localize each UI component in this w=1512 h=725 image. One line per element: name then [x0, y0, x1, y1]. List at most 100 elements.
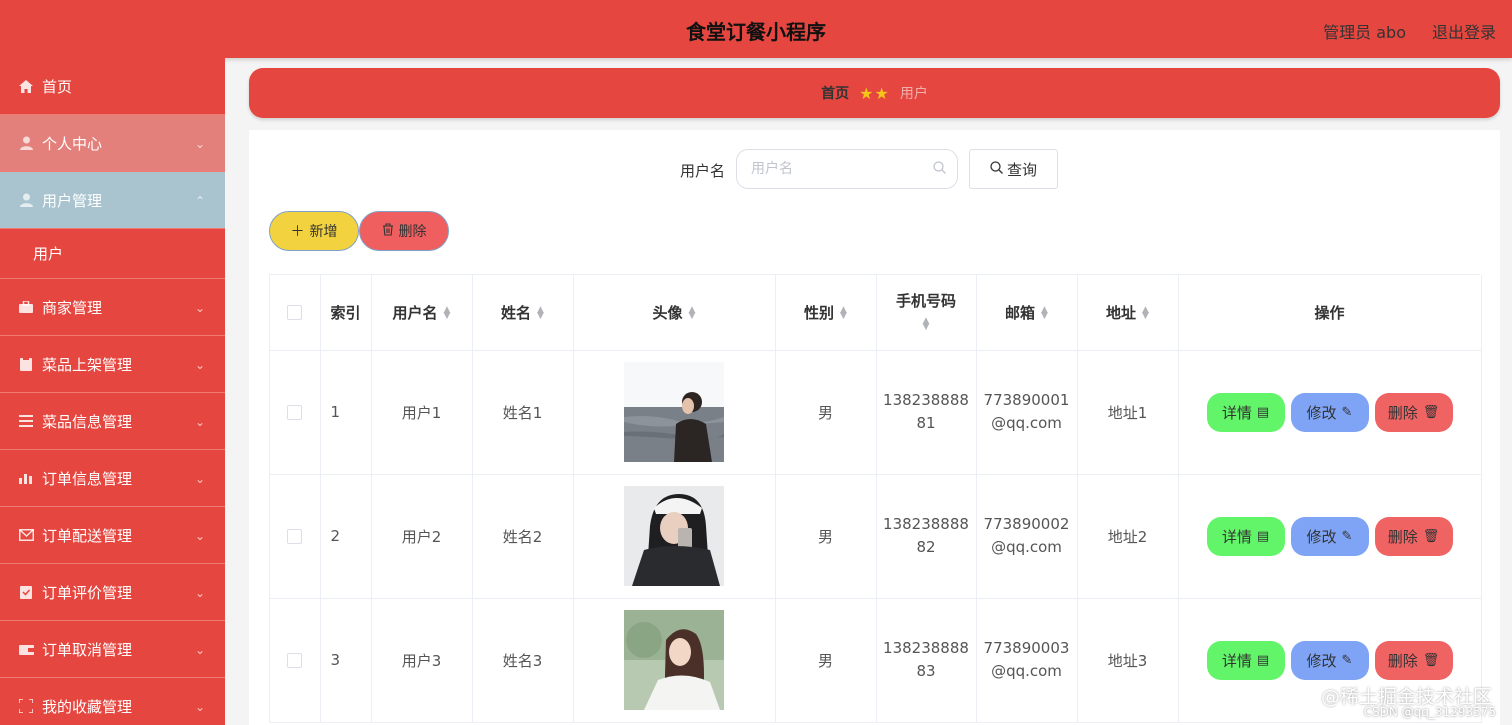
cell-address: 地址3 — [1077, 598, 1179, 723]
search-row: 用户名 查询 — [249, 148, 1500, 190]
detail-button[interactable]: 详情 ▤ — [1206, 516, 1285, 556]
detail-label: 详情 — [1221, 403, 1252, 422]
detail-button[interactable]: 详情 ▤ — [1206, 640, 1285, 680]
email-line-1: 773890001 — [983, 391, 1070, 409]
header-select-all[interactable] — [270, 275, 321, 351]
breadcrumb-home[interactable]: 首页 — [821, 83, 849, 103]
cell-index: 1 — [320, 350, 372, 475]
phone-line-1: 138238888 — [883, 639, 969, 657]
search-input[interactable] — [736, 149, 958, 189]
chevron-down-icon: ⌄ — [194, 472, 205, 486]
sort-icon[interactable]: ▲ ▼ — [689, 306, 696, 321]
header-email[interactable]: 邮箱 ▲ ▼ — [976, 275, 1078, 351]
logout-link[interactable]: 退出登录 — [1432, 19, 1496, 43]
sidebar-item-label: 我的收藏管理 — [42, 697, 133, 716]
search-icon — [933, 161, 946, 178]
sidebar-item-dish-listing-management[interactable]: 菜品上架管理 ⌄ — [0, 336, 225, 393]
add-button-label: 新增 — [309, 224, 338, 240]
cell-phone: 138238888 82 — [876, 474, 977, 599]
row-checkbox[interactable] — [287, 653, 303, 668]
sidebar-item-label: 用户管理 — [42, 191, 103, 210]
sort-icon[interactable]: ▲ ▼ — [1142, 306, 1149, 321]
sort-icon[interactable]: ▲ ▼ — [923, 316, 930, 331]
cell-name: 姓名2 — [472, 474, 574, 599]
chevron-down-icon: ⌄ — [194, 643, 205, 657]
header-avatar[interactable]: 头像 ▲ ▼ — [573, 275, 776, 351]
edit-label: 修改 — [1306, 403, 1337, 422]
header-address[interactable]: 地址 ▲ ▼ — [1077, 275, 1179, 351]
sidebar-item-label: 菜品上架管理 — [42, 355, 133, 374]
cell-email: 773890003 @qq.com — [976, 598, 1078, 723]
sidebar-item-order-review-management[interactable]: 订单评价管理 ⌄ — [0, 564, 225, 621]
sidebar-item-home[interactable]: 首页 — [0, 58, 225, 115]
briefcase-icon — [18, 299, 34, 315]
delete-label: 删除 — [1387, 527, 1418, 546]
email-line-1: 773890003 — [983, 639, 1070, 657]
sidebar-item-order-delivery-management[interactable]: 订单配送管理 ⌄ — [0, 507, 225, 564]
cell-avatar — [573, 350, 776, 475]
email-line-2: @qq.com — [991, 538, 1062, 556]
sidebar-item-dish-info-management[interactable]: 菜品信息管理 ⌄ — [0, 393, 225, 450]
cell-email: 773890002 @qq.com — [976, 474, 1078, 599]
delete-button[interactable]: 删除 🗑 — [1374, 516, 1453, 556]
header-gender[interactable]: 性别 ▲ ▼ — [775, 275, 877, 351]
detail-button[interactable]: 详情 ▤ — [1206, 392, 1285, 432]
row-select[interactable] — [270, 474, 321, 599]
query-button[interactable]: 查询 — [969, 149, 1058, 189]
edit-button[interactable]: 修改 ✎ — [1290, 392, 1369, 432]
edit-button[interactable]: 修改 ✎ — [1290, 640, 1369, 680]
sidebar-item-my-favorites-management[interactable]: 我的收藏管理 ⌄ — [0, 678, 225, 725]
phone-line-2: 81 — [916, 414, 936, 432]
user-table: 索引 用户名 ▲ ▼ 姓名 ▲ ▼ 头像 ▲ ▼ 性别 ▲ ▼ 手机号码 ▲ ▼ 邮箱 ▲ ▼ 地址 ▲ ▼… — [269, 274, 1482, 723]
sidebar-item-user-management[interactable]: 用户管理 ⌃ — [0, 172, 225, 229]
batch-delete-button[interactable]: 删除 — [359, 211, 449, 251]
delete-button[interactable]: 删除 🗑 — [1374, 392, 1453, 432]
sidebar-item-merchant-management[interactable]: 商家管理 ⌄ — [0, 279, 225, 336]
star-separator-icon: ★★ — [859, 83, 890, 103]
sidebar-item-label: 订单评价管理 — [42, 583, 133, 602]
sort-icon[interactable]: ▲ ▼ — [537, 306, 544, 321]
table-row: 2 用户2 姓名2 男 138238888 82 773890002 @qq.c… — [270, 474, 1482, 599]
trash-icon — [382, 222, 394, 240]
header-index: 索引 — [320, 275, 372, 351]
clipboard-icon — [18, 356, 34, 372]
avatar — [624, 486, 724, 586]
sidebar-item-order-info-management[interactable]: 订单信息管理 ⌄ — [0, 450, 225, 507]
row-checkbox[interactable] — [287, 529, 303, 544]
table-header-row: 索引 用户名 ▲ ▼ 姓名 ▲ ▼ 头像 ▲ ▼ 性别 ▲ ▼ 手机号码 ▲ ▼ 邮箱 ▲ ▼ 地址 ▲ ▼… — [270, 275, 1482, 351]
row-select[interactable] — [270, 598, 321, 723]
mail-icon — [18, 527, 34, 543]
table-row: 1 用户1 姓名1 男 138238888 81 773890001 @qq.c… — [270, 350, 1482, 475]
sidebar-item-personal-center[interactable]: 个人中心 ⌄ — [0, 115, 225, 172]
delete-button[interactable]: 删除 🗑 — [1374, 640, 1453, 680]
row-select[interactable] — [270, 350, 321, 475]
search-label: 用户名 — [680, 162, 726, 180]
select-all-checkbox[interactable] — [287, 305, 303, 321]
chevron-down-icon: ⌄ — [194, 586, 205, 600]
add-button[interactable]: ＋ 新增 — [269, 211, 359, 251]
cell-index: 2 — [320, 474, 372, 599]
cell-username: 用户1 — [371, 350, 473, 475]
edit-label: 修改 — [1306, 651, 1337, 670]
sort-icon[interactable]: ▲ ▼ — [840, 306, 847, 321]
admin-label: 管理员 abo — [1323, 23, 1406, 42]
cell-gender: 男 — [775, 350, 877, 475]
cell-avatar — [573, 598, 776, 723]
header-username[interactable]: 用户名 ▲ ▼ — [371, 275, 473, 351]
row-checkbox[interactable] — [287, 405, 303, 420]
edit-label: 修改 — [1306, 527, 1337, 546]
cell-username: 用户3 — [371, 598, 473, 723]
sidebar-item-label: 菜品信息管理 — [42, 412, 133, 431]
sort-icon[interactable]: ▲ ▼ — [444, 306, 451, 321]
phone-line-1: 138238888 — [883, 515, 969, 533]
detail-label: 详情 — [1221, 527, 1252, 546]
email-line-1: 773890002 — [983, 515, 1070, 533]
sidebar-item-order-cancel-management[interactable]: 订单取消管理 ⌄ — [0, 621, 225, 678]
table-row: 3 用户3 姓名3 男 138238888 83 773890003 @qq.c… — [270, 598, 1482, 723]
sidebar-subitem-user[interactable]: 用户 — [0, 229, 225, 279]
header-phone[interactable]: 手机号码 ▲ ▼ — [876, 275, 977, 351]
header-name[interactable]: 姓名 ▲ ▼ — [472, 275, 574, 351]
chevron-down-icon: ⌄ — [194, 301, 205, 315]
edit-button[interactable]: 修改 ✎ — [1290, 516, 1369, 556]
sort-icon[interactable]: ▲ ▼ — [1041, 306, 1048, 321]
